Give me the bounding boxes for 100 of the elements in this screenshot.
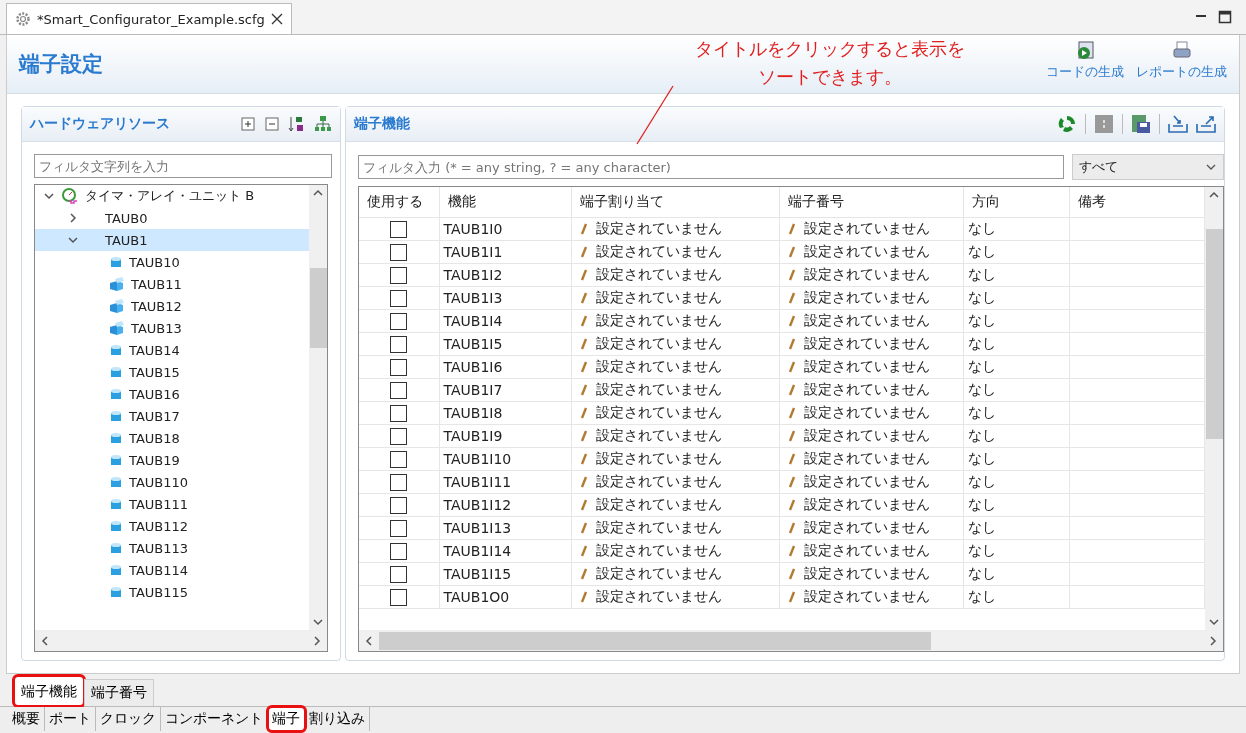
expand-all-icon[interactable] xyxy=(240,116,256,132)
pencil-icon xyxy=(579,522,588,534)
checkbox[interactable] xyxy=(390,519,408,537)
table-cell: 設定されていません xyxy=(803,404,930,422)
page-tab[interactable]: 割り込み xyxy=(305,707,370,731)
toolbar-button[interactable]: レポートの生成 xyxy=(1136,41,1227,81)
panel-title: ハードウェアリソース xyxy=(30,115,170,133)
scrollbar[interactable] xyxy=(309,185,327,630)
chevron-up-icon[interactable] xyxy=(313,189,323,197)
refresh-icon[interactable] xyxy=(1057,114,1077,134)
collapse-all-icon[interactable] xyxy=(264,116,280,132)
checkbox[interactable] xyxy=(390,381,408,399)
checkbox[interactable] xyxy=(390,404,408,422)
tree-item[interactable]: TAUB1 xyxy=(35,229,309,251)
close-icon[interactable] xyxy=(270,13,283,25)
tree-item[interactable]: TAUB11 xyxy=(35,273,309,295)
import-icon[interactable] xyxy=(1168,114,1188,134)
save-icon[interactable] xyxy=(1131,114,1151,134)
table-cell: 設定されていません xyxy=(803,266,930,284)
scrollbar[interactable] xyxy=(1205,187,1223,630)
checkbox[interactable] xyxy=(390,496,408,514)
scrollbar-thumb[interactable] xyxy=(379,632,931,650)
chevron-down-icon[interactable] xyxy=(313,618,323,626)
column-header[interactable]: 使用する xyxy=(359,187,439,218)
editor-tab[interactable]: *Smart_Configurator_Example.scfg xyxy=(6,3,292,34)
chevron-icon[interactable] xyxy=(67,212,79,224)
view-tab[interactable]: 端子機能 xyxy=(14,676,84,706)
pencil-icon xyxy=(579,246,588,258)
scrollbar[interactable] xyxy=(359,630,1223,651)
export-icon[interactable] xyxy=(1196,114,1216,134)
chevron-left-icon[interactable] xyxy=(41,636,49,646)
table-cell: 設定されていません xyxy=(803,312,930,330)
column-header[interactable]: 端子割り当て xyxy=(571,187,779,218)
page-tab[interactable]: ポート xyxy=(45,707,96,731)
checkbox[interactable] xyxy=(390,335,408,353)
checkbox[interactable] xyxy=(390,220,408,238)
tree-item[interactable]: TAUB112 xyxy=(35,515,309,537)
checkbox[interactable] xyxy=(390,266,408,284)
table-cell: なし xyxy=(963,355,1069,379)
column-header[interactable]: 方向 xyxy=(963,187,1069,218)
scrollbar[interactable] xyxy=(35,630,327,651)
page-tab[interactable]: クロック xyxy=(96,707,161,731)
tree-item[interactable]: TAUB113 xyxy=(35,537,309,559)
editor-tab-title: *Smart_Configurator_Example.scfg xyxy=(37,11,265,27)
page-tab[interactable]: 概要 xyxy=(8,707,45,731)
tree-item[interactable]: TAUB16 xyxy=(35,383,309,405)
tree-item[interactable]: TAUB115 xyxy=(35,581,309,603)
tree-label: TAUB16 xyxy=(129,386,180,402)
checkbox[interactable] xyxy=(390,473,408,491)
tree-item[interactable]: タイマ・アレイ・ユニット B xyxy=(35,185,309,207)
chevron-right-icon[interactable] xyxy=(1209,636,1217,646)
square-icon[interactable] xyxy=(1094,114,1114,134)
chevron-down-icon[interactable] xyxy=(1209,618,1219,626)
maximize-icon[interactable] xyxy=(1218,10,1232,24)
pencil-icon xyxy=(787,315,796,327)
table-cell: 設定されていません xyxy=(595,289,722,307)
checkbox[interactable] xyxy=(390,565,408,583)
tree-label: TAUB13 xyxy=(131,320,182,336)
chevron-left-icon[interactable] xyxy=(365,636,373,646)
checkbox[interactable] xyxy=(390,312,408,330)
tree-item[interactable]: TAUB18 xyxy=(35,427,309,449)
tree-item[interactable]: TAUB0 xyxy=(35,207,309,229)
checkbox[interactable] xyxy=(390,243,408,261)
filter-field[interactable]: フィルタ入力 (* = any string, ? = any character) xyxy=(358,155,1064,179)
checkbox[interactable] xyxy=(390,289,408,307)
tree-item[interactable]: TAUB15 xyxy=(35,361,309,383)
pencil-icon xyxy=(787,453,796,465)
chevron-icon[interactable] xyxy=(67,234,79,246)
chevron-right-icon[interactable] xyxy=(313,636,321,646)
tree-label: TAUB113 xyxy=(129,540,189,556)
dropdown[interactable]: すべて xyxy=(1072,154,1224,180)
column-header[interactable]: 備考 xyxy=(1069,187,1205,218)
hierarchy-icon[interactable] xyxy=(314,115,332,133)
tree-item[interactable]: TAUB13 xyxy=(35,317,309,339)
checkbox[interactable] xyxy=(390,588,408,606)
scrollbar-thumb[interactable] xyxy=(309,267,327,348)
column-header[interactable]: 機能 xyxy=(439,187,571,218)
checkbox[interactable] xyxy=(390,542,408,560)
scrollbar-thumb[interactable] xyxy=(1205,228,1223,439)
filter-field[interactable]: フィルタ文字列を入力 xyxy=(34,154,332,178)
column-header[interactable]: 端子番号 xyxy=(779,187,963,218)
pencil-icon xyxy=(787,407,796,419)
tree-item[interactable]: TAUB14 xyxy=(35,339,309,361)
tree-item[interactable]: TAUB111 xyxy=(35,493,309,515)
checkbox[interactable] xyxy=(390,358,408,376)
sort-icon[interactable] xyxy=(288,115,306,133)
page-tab[interactable]: 端子 xyxy=(268,707,305,731)
tree-item[interactable]: TAUB19 xyxy=(35,449,309,471)
tree-item[interactable]: TAUB17 xyxy=(35,405,309,427)
tree-label: TAUB12 xyxy=(131,298,182,314)
checkbox[interactable] xyxy=(390,450,408,468)
toolbar-button[interactable]: コードの生成 xyxy=(1046,41,1124,81)
tree-item[interactable]: TAUB12 xyxy=(35,295,309,317)
view-tab[interactable]: 端子番号 xyxy=(84,679,154,706)
tree-item[interactable]: TAUB10 xyxy=(35,251,309,273)
chevron-icon[interactable] xyxy=(43,190,55,202)
tree-item[interactable]: TAUB110 xyxy=(35,471,309,493)
checkbox[interactable] xyxy=(390,427,408,445)
chevron-up-icon[interactable] xyxy=(1209,191,1219,199)
tree-item[interactable]: TAUB114 xyxy=(35,559,309,581)
